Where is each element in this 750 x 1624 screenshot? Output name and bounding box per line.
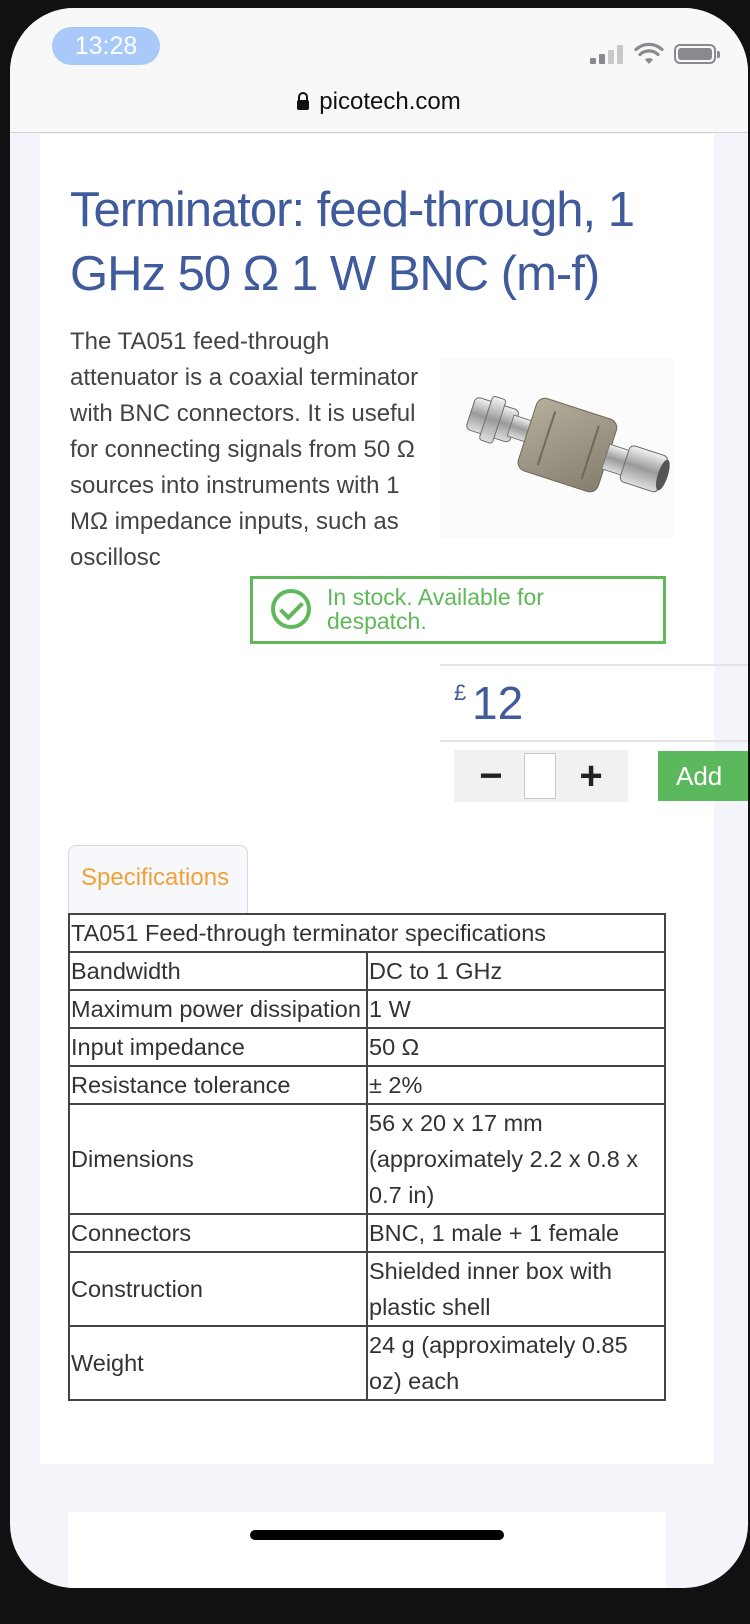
specifications-table: TA051 Feed-through terminator specificat… <box>68 913 666 1401</box>
tab-specifications-label: Specifications <box>81 864 230 891</box>
spec-value: 56 x 20 x 17 mm (approximately 2.2 x 0.8… <box>366 1103 666 1215</box>
spec-value: Shielded inner box with plastic shell <box>366 1251 666 1327</box>
quantity-input[interactable] <box>524 753 556 799</box>
increase-quantity-button[interactable]: + <box>562 750 620 802</box>
table-row: Construction Shielded inner box with pla… <box>68 1251 666 1327</box>
price-value: 12 <box>472 677 524 729</box>
status-time: 13:28 <box>52 27 160 65</box>
phone-screen: 13:28 picotech.com Terminator: feed-thro… <box>10 8 748 1588</box>
currency-symbol: £ <box>454 680 467 705</box>
stock-status-banner: In stock. Available for despatch. <box>250 576 666 644</box>
price-display: £ 12 <box>440 664 748 742</box>
url-text: picotech.com <box>319 88 461 115</box>
spec-key: Bandwidth <box>68 951 368 991</box>
address-bar[interactable]: picotech.com <box>10 84 748 133</box>
spec-value: BNC, 1 male + 1 female <box>366 1213 666 1253</box>
decrease-quantity-button[interactable]: − <box>462 750 520 802</box>
battery-icon <box>674 44 720 64</box>
table-caption: TA051 Feed-through terminator specificat… <box>68 913 666 953</box>
spec-value: ± 2% <box>366 1065 666 1105</box>
tab-specifications[interactable]: Specifications <box>68 845 248 913</box>
table-row: Dimensions 56 x 20 x 17 mm (approximatel… <box>68 1103 666 1215</box>
spec-value: DC to 1 GHz <box>366 951 666 991</box>
spec-key: Connectors <box>68 1213 368 1253</box>
cellular-signal-icon <box>590 44 624 64</box>
spec-value: 1 W <box>366 989 666 1029</box>
table-row: Bandwidth DC to 1 GHz <box>68 951 666 991</box>
spec-key: Maximum power dissipation <box>68 989 368 1029</box>
status-bar: 13:28 <box>10 8 748 84</box>
spec-key: Resistance tolerance <box>68 1065 368 1105</box>
spec-key: Dimensions <box>68 1103 368 1215</box>
add-to-cart-button[interactable]: Add <box>658 751 748 801</box>
product-description: The TA051 feed-through attenuator is a c… <box>70 328 419 571</box>
table-row: Weight 24 g (approximately 0.85 oz) each <box>68 1325 666 1401</box>
spec-key: Weight <box>68 1325 368 1401</box>
spec-key: Construction <box>68 1251 368 1327</box>
stock-status-text: In stock. Available for despatch. <box>327 584 544 634</box>
table-caption-row: TA051 Feed-through terminator specificat… <box>68 913 666 953</box>
product-title: Terminator: feed-through, 1 GHz 50 Ω 1 W… <box>70 183 635 301</box>
table-row: Connectors BNC, 1 male + 1 female <box>68 1213 666 1253</box>
check-circle-icon <box>271 589 311 629</box>
url-display[interactable]: picotech.com <box>10 88 748 116</box>
quantity-stepper: − + <box>454 750 628 802</box>
lock-icon <box>297 92 310 110</box>
wifi-icon <box>634 42 664 64</box>
next-section-card <box>68 1512 666 1588</box>
home-indicator[interactable] <box>250 1530 504 1540</box>
spec-value: 24 g (approximately 0.85 oz) each <box>366 1325 666 1401</box>
table-row: Resistance tolerance ± 2% <box>68 1065 666 1105</box>
spec-value: 50 Ω <box>366 1027 666 1067</box>
table-row: Maximum power dissipation 1 W <box>68 989 666 1029</box>
table-row: Input impedance 50 Ω <box>68 1027 666 1067</box>
spec-key: Input impedance <box>68 1027 368 1067</box>
product-image <box>440 358 675 538</box>
